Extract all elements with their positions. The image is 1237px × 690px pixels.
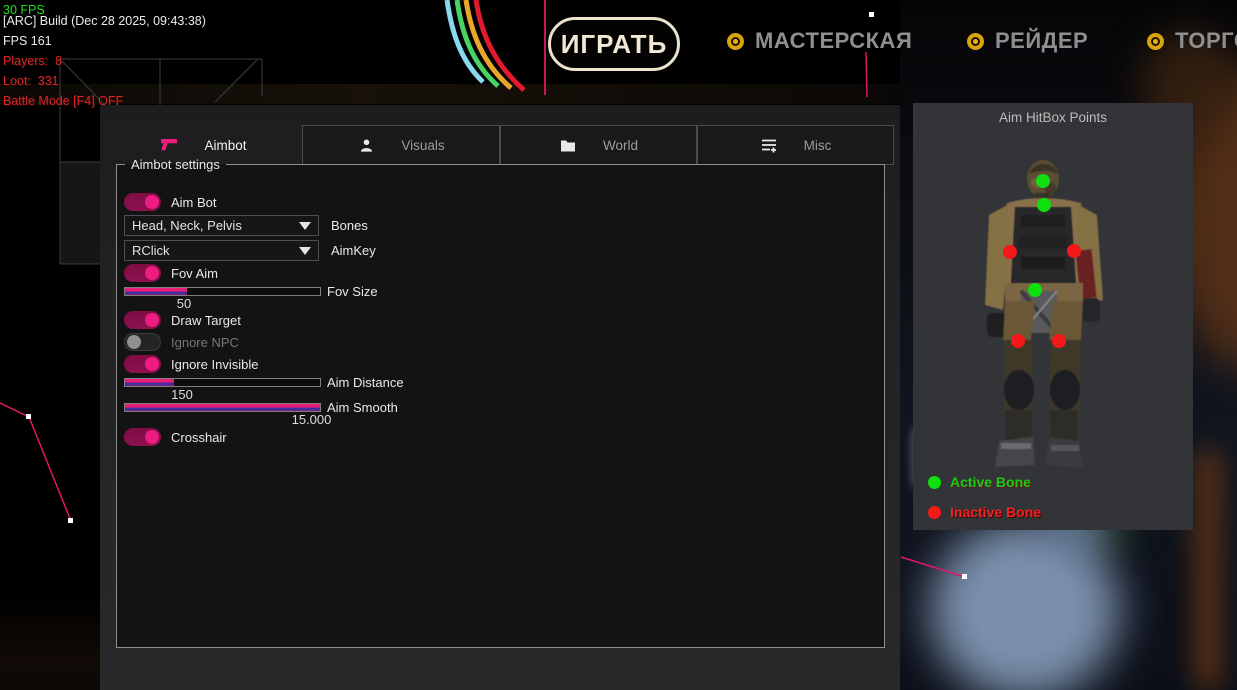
crosshair-label: Crosshair bbox=[171, 430, 227, 445]
menu-item-label: МАСТЕРСКАЯ bbox=[755, 28, 912, 54]
fov-aim-row: Fov Aim bbox=[124, 264, 218, 282]
fov-aim-toggle[interactable] bbox=[124, 264, 161, 282]
tab-label: Visuals bbox=[401, 138, 444, 153]
fps-text: FPS 161 bbox=[3, 31, 206, 51]
fov-aim-label: Fov Aim bbox=[171, 266, 218, 281]
fov-size-row: 50 Fov Size bbox=[124, 287, 321, 311]
hitbox-point-right-arm[interactable] bbox=[1067, 244, 1081, 258]
tab-world[interactable]: World bbox=[500, 125, 697, 165]
chevron-down-icon bbox=[299, 247, 311, 255]
hitbox-point-left-arm[interactable] bbox=[1003, 245, 1017, 259]
toggle-knob bbox=[145, 313, 159, 327]
aim-bot-label: Aim Bot bbox=[171, 195, 217, 210]
coin-icon bbox=[967, 33, 984, 50]
aim-bot-toggle[interactable] bbox=[124, 193, 161, 211]
ignore-npc-label: Ignore NPC bbox=[171, 335, 239, 350]
slider-fill bbox=[125, 288, 187, 295]
folder-icon bbox=[559, 137, 577, 153]
toggle-knob bbox=[145, 266, 159, 280]
hitbox-point-right-hip[interactable] bbox=[1052, 334, 1066, 348]
legend-inactive-bone: Inactive Bone bbox=[928, 504, 1041, 520]
fov-size-value: 50 bbox=[162, 296, 206, 311]
slider-fill bbox=[125, 404, 320, 411]
ignore-npc-row: Ignore NPC bbox=[124, 333, 239, 351]
aim-smooth-row: 15.000 Aim Smooth bbox=[124, 403, 321, 427]
draw-target-label: Draw Target bbox=[171, 313, 241, 328]
build-text: [ARC] Build (Dec 28 2025, 09:43:38) bbox=[3, 11, 206, 31]
tab-visuals[interactable]: Visuals bbox=[302, 125, 500, 165]
debug-overlay: 30 FPS [ARC] Build (Dec 28 2025, 09:43:3… bbox=[3, 0, 206, 111]
loot-text: Loot: 331 bbox=[3, 71, 206, 91]
bg-orange-streak bbox=[1195, 450, 1221, 690]
toggle-knob bbox=[127, 335, 141, 349]
left-floor-shadow bbox=[0, 595, 100, 690]
menu-item-trader[interactable]: ТОРГО bbox=[1147, 28, 1237, 54]
play-button[interactable]: ИГРАТЬ bbox=[548, 17, 680, 71]
draw-target-toggle[interactable] bbox=[124, 311, 161, 329]
pistol-icon bbox=[160, 137, 178, 153]
ignore-invisible-row: Ignore Invisible bbox=[124, 355, 258, 373]
tab-aimbot[interactable]: Aimbot bbox=[105, 125, 302, 165]
aim-distance-row: 150 Aim Distance bbox=[124, 378, 321, 402]
cheat-menu-panel: Aimbot Visuals World Misc Aimbot setting… bbox=[100, 105, 900, 690]
hitbox-point-neck[interactable] bbox=[1037, 198, 1051, 212]
bones-dropdown[interactable]: Head, Neck, Pelvis bbox=[124, 215, 319, 236]
tab-label: Misc bbox=[804, 138, 832, 153]
aim-distance-label: Aim Distance bbox=[327, 375, 404, 390]
aimkey-label: AimKey bbox=[331, 243, 376, 258]
aim-distance-slider[interactable] bbox=[124, 378, 321, 387]
fov-size-slider[interactable] bbox=[124, 287, 321, 296]
active-bone-dot-icon bbox=[928, 476, 941, 489]
ignore-npc-toggle[interactable] bbox=[124, 333, 161, 351]
coin-icon bbox=[727, 33, 744, 50]
menu-item-label: РЕЙДЕР bbox=[995, 28, 1088, 54]
legend-label: Inactive Bone bbox=[950, 504, 1041, 520]
tab-label: Aimbot bbox=[204, 138, 246, 153]
legend-active-bone: Active Bone bbox=[928, 474, 1031, 490]
tab-label: World bbox=[603, 138, 638, 153]
slider-fill bbox=[125, 379, 174, 386]
crosshair-row: Crosshair bbox=[124, 428, 227, 446]
inactive-bone-dot-icon bbox=[928, 506, 941, 519]
players-text: Players: 8 bbox=[3, 51, 206, 71]
menu-item-raider[interactable]: РЕЙДЕР bbox=[967, 28, 1088, 54]
hitbox-point-left-hip[interactable] bbox=[1011, 334, 1025, 348]
coin-icon bbox=[1147, 33, 1164, 50]
aimkey-row: RClick AimKey bbox=[124, 240, 376, 261]
hitbox-point-pelvis[interactable] bbox=[1028, 283, 1042, 297]
toggle-knob bbox=[145, 195, 159, 209]
aimkey-dropdown[interactable]: RClick bbox=[124, 240, 319, 261]
bones-row: Head, Neck, Pelvis Bones bbox=[124, 215, 368, 236]
character-model bbox=[971, 155, 1141, 475]
legend-label: Active Bone bbox=[950, 474, 1031, 490]
draw-target-row: Draw Target bbox=[124, 311, 241, 329]
menu-item-workshop[interactable]: МАСТЕРСКАЯ bbox=[727, 28, 912, 54]
bones-label: Bones bbox=[331, 218, 368, 233]
aim-smooth-label: Aim Smooth bbox=[327, 400, 398, 415]
ignore-invisible-label: Ignore Invisible bbox=[171, 357, 258, 372]
sliders-icon bbox=[760, 137, 778, 153]
tab-misc[interactable]: Misc bbox=[697, 125, 894, 165]
aim-smooth-slider[interactable] bbox=[124, 403, 321, 412]
fov-size-label: Fov Size bbox=[327, 284, 378, 299]
menu-item-label: ТОРГО bbox=[1175, 28, 1237, 54]
toggle-knob bbox=[145, 430, 159, 444]
hitbox-panel-title: Aim HitBox Points bbox=[913, 110, 1193, 125]
ignore-invisible-toggle[interactable] bbox=[124, 355, 161, 373]
chevron-down-icon bbox=[299, 222, 311, 230]
toggle-knob bbox=[145, 357, 159, 371]
aim-distance-value: 150 bbox=[157, 387, 207, 402]
hitbox-point-head[interactable] bbox=[1036, 174, 1050, 188]
person-icon bbox=[357, 137, 375, 153]
aimkey-value: RClick bbox=[125, 243, 299, 258]
hitbox-panel: Aim HitBox Points bbox=[913, 103, 1193, 530]
aim-bot-row: Aim Bot bbox=[124, 193, 217, 211]
bones-value: Head, Neck, Pelvis bbox=[125, 218, 299, 233]
crosshair-toggle[interactable] bbox=[124, 428, 161, 446]
